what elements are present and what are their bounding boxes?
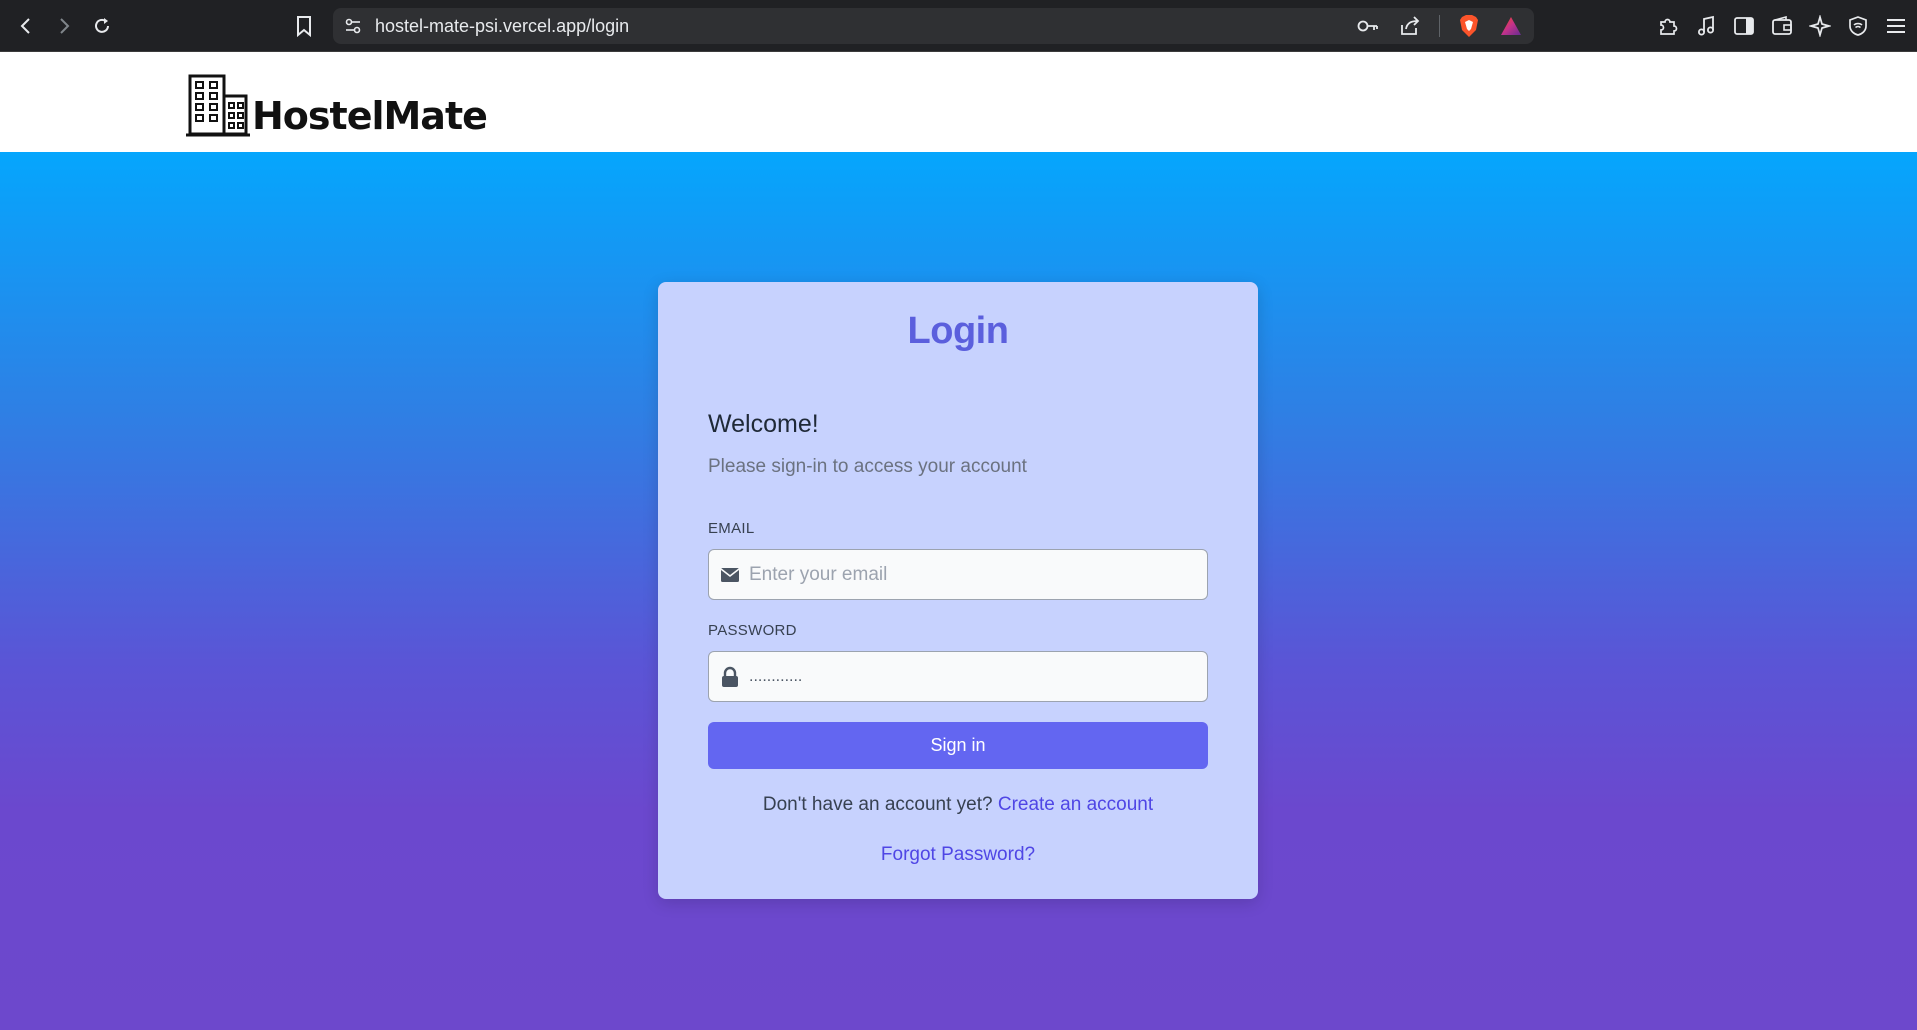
reload-icon <box>95 17 109 33</box>
leo-ai-icon[interactable] <box>1807 13 1833 39</box>
address-bar[interactable]: hostel-mate-psi.vercel.app/login <box>333 8 1534 44</box>
key-icon[interactable] <box>1355 13 1381 39</box>
media-icon[interactable] <box>1693 13 1719 39</box>
brand-name: HostelMate <box>252 94 488 138</box>
browser-toolbar: hostel-mate-psi.vercel.app/login <box>0 0 1917 52</box>
email-field[interactable] <box>749 563 1189 586</box>
lock-icon <box>719 666 741 688</box>
extensions-icon[interactable] <box>1655 13 1681 39</box>
brave-shield-icon[interactable] <box>1456 13 1482 39</box>
forward-button[interactable] <box>46 8 82 44</box>
email-field-wrapper[interactable] <box>708 549 1208 600</box>
password-field-wrapper[interactable] <box>708 651 1208 702</box>
reload-button[interactable] <box>84 8 120 44</box>
building-icon <box>186 74 250 137</box>
wallet-icon[interactable] <box>1769 13 1795 39</box>
email-label: EMAIL <box>708 520 755 537</box>
menu-icon[interactable] <box>1883 13 1909 39</box>
welcome-subtitle: Please sign-in to access your account <box>708 456 1027 477</box>
envelope-icon <box>719 564 741 586</box>
back-icon <box>20 17 30 34</box>
welcome-heading: Welcome! <box>708 410 819 438</box>
divider <box>1439 15 1440 37</box>
bookmark-button[interactable] <box>290 12 318 40</box>
brand-logo[interactable]: HostelMate <box>186 74 488 138</box>
page-title: Login <box>907 310 1009 352</box>
no-account-text: Don't have an account yet? <box>762 794 993 815</box>
sign-in-button[interactable]: Sign in <box>708 722 1208 769</box>
create-account-row: Don't have an account yet? Create an acc… <box>658 794 1258 816</box>
password-label: PASSWORD <box>708 622 797 639</box>
bookmark-icon <box>297 16 311 37</box>
site-header: HostelMate <box>0 52 1917 153</box>
login-card: Login Welcome! Please sign-in to access … <box>658 282 1258 899</box>
site-settings-icon[interactable] <box>343 16 363 36</box>
create-account-link[interactable]: Create an account <box>998 794 1153 815</box>
forgot-password-link[interactable]: Forgot Password? <box>658 844 1258 866</box>
share-icon[interactable] <box>1397 13 1423 39</box>
forward-icon <box>60 17 70 34</box>
vpn-icon[interactable] <box>1845 13 1871 39</box>
brave-rewards-icon[interactable] <box>1498 13 1524 39</box>
back-button[interactable] <box>8 8 44 44</box>
password-field[interactable] <box>749 667 1189 686</box>
url-text[interactable]: hostel-mate-psi.vercel.app/login <box>375 16 629 37</box>
sidebar-icon[interactable] <box>1731 13 1757 39</box>
